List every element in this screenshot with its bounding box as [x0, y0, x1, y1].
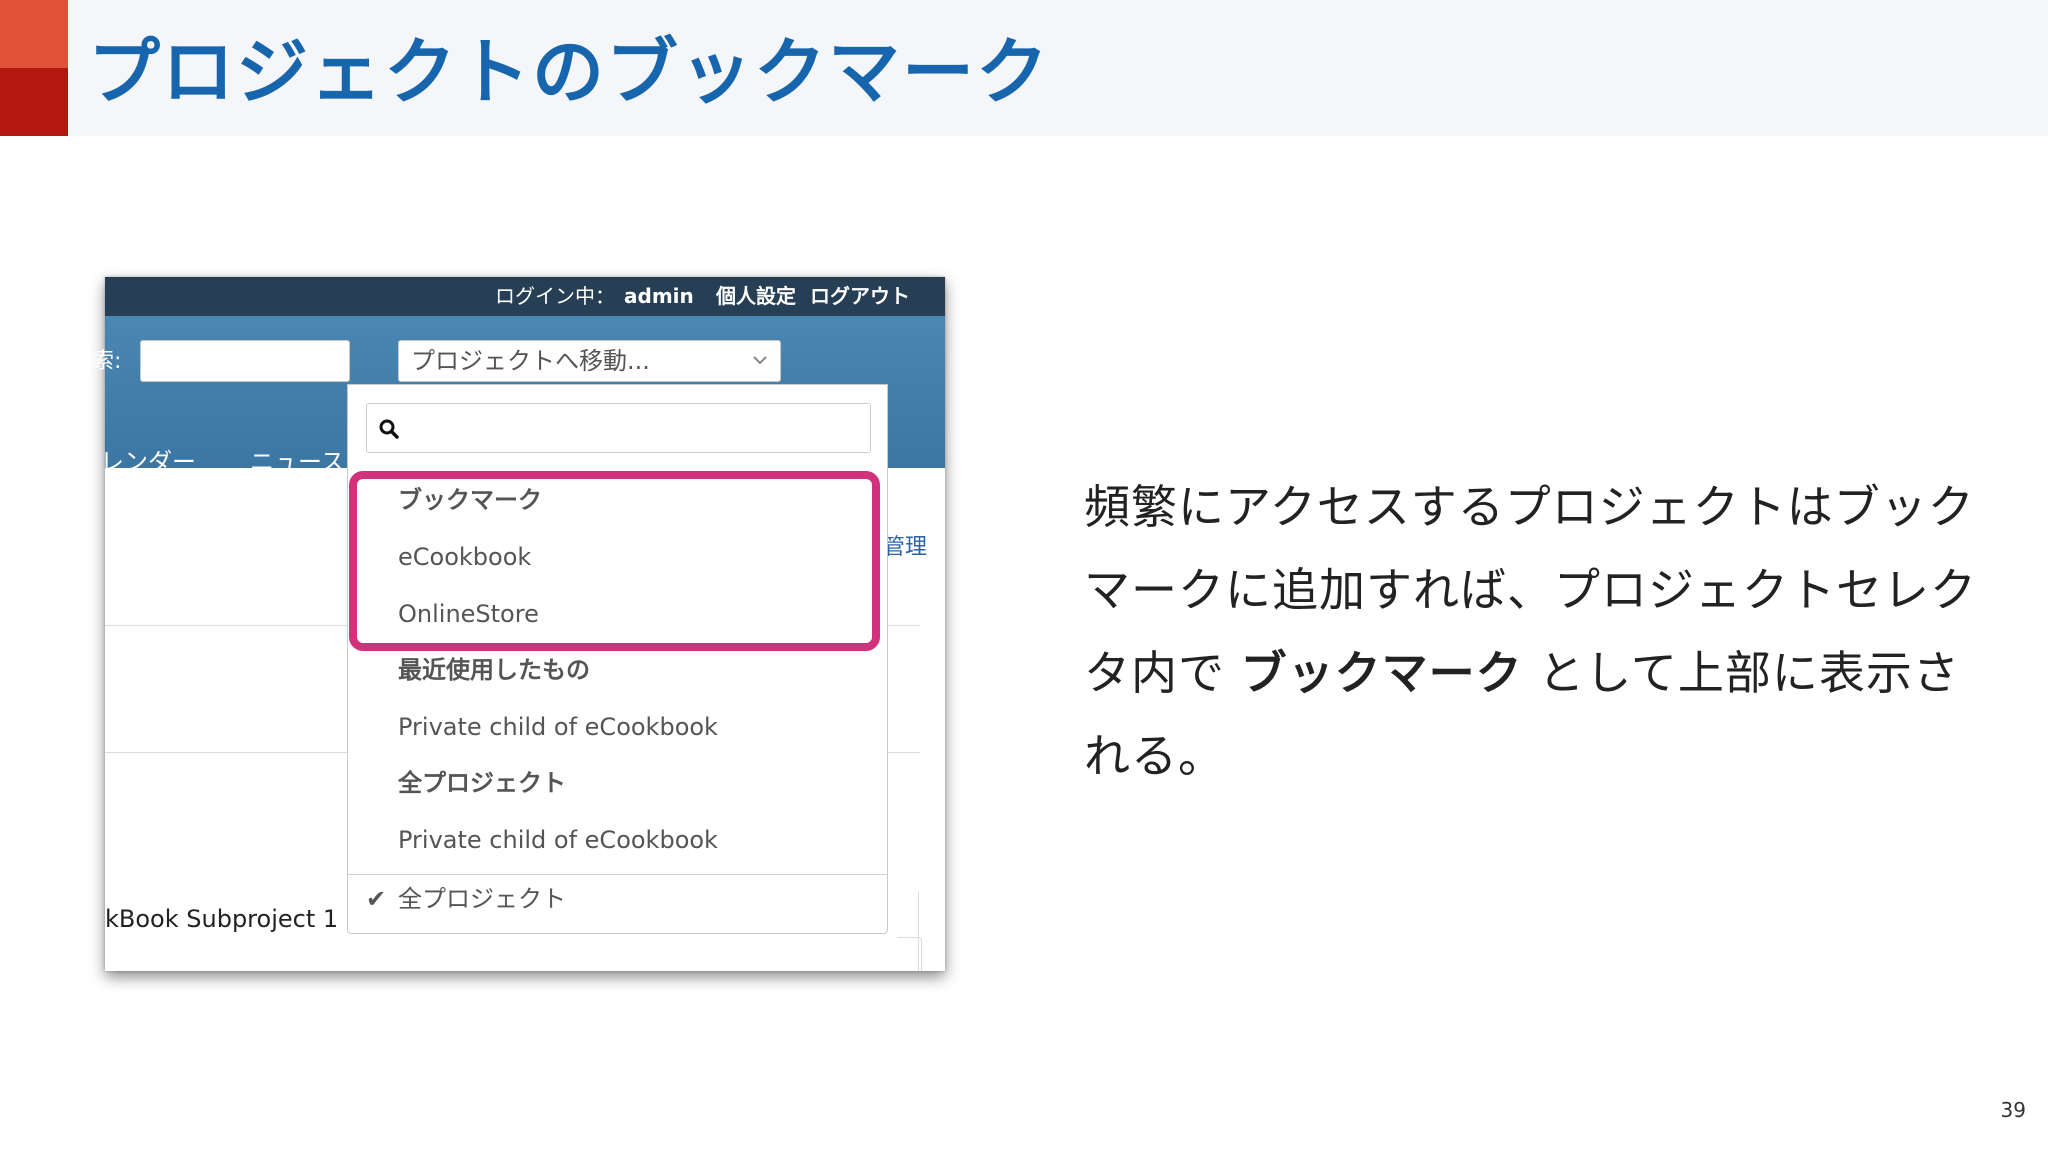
accent-block-light	[0, 0, 68, 68]
dropdown-search-input[interactable]	[366, 403, 871, 453]
login-label: ログイン中：	[495, 284, 615, 308]
group-recent: 最近使用したもの	[398, 656, 590, 684]
menu-item-calendar[interactable]: レンダー	[100, 442, 240, 477]
subproject-row-label: kBook Subproject 1	[105, 905, 339, 933]
page-number: 39	[2000, 1098, 2026, 1122]
description-emphasis: ブックマーク	[1240, 646, 1523, 700]
project-jump-placeholder: プロジェクトへ移動...	[411, 347, 650, 375]
option-private-child-all[interactable]: Private child of eCookbook	[398, 823, 718, 857]
description-paragraph: 頻繁にアクセスするプロジェクトはブックマークに追加すれば、プロジェクトセレクタ内…	[1084, 466, 1984, 798]
my-account-link[interactable]: 個人設定	[716, 277, 796, 316]
check-icon: ✔	[366, 885, 387, 913]
background-field	[897, 937, 922, 971]
search-label: 検索:	[70, 349, 122, 374]
project-jump-dropdown: ブックマーク eCookbook OnlineStore 最近使用したもの Pr…	[347, 384, 888, 934]
project-jump-select[interactable]: プロジェクトへ移動...	[398, 340, 781, 382]
search-icon	[379, 419, 399, 439]
slide-title: プロジェクトのブックマーク	[88, 30, 1051, 114]
dropdown-divider	[348, 874, 887, 875]
bookmark-highlight-frame	[349, 471, 880, 651]
account-topbar: ログイン中： admin 個人設定 ログアウト	[105, 277, 945, 316]
admin-link[interactable]: 管理	[883, 529, 927, 561]
accent-block-dark	[0, 68, 68, 136]
group-all-projects: 全プロジェクト	[398, 769, 566, 797]
menu-item-news[interactable]: ニュース	[250, 442, 350, 477]
chevron-down-icon	[753, 356, 767, 365]
search-input[interactable]	[140, 340, 350, 382]
option-private-child-recent[interactable]: Private child of eCookbook	[398, 710, 718, 744]
login-user[interactable]: admin	[624, 277, 694, 316]
logout-link[interactable]: ログアウト	[810, 277, 910, 316]
all-projects-link[interactable]: 全プロジェクト	[398, 882, 566, 916]
